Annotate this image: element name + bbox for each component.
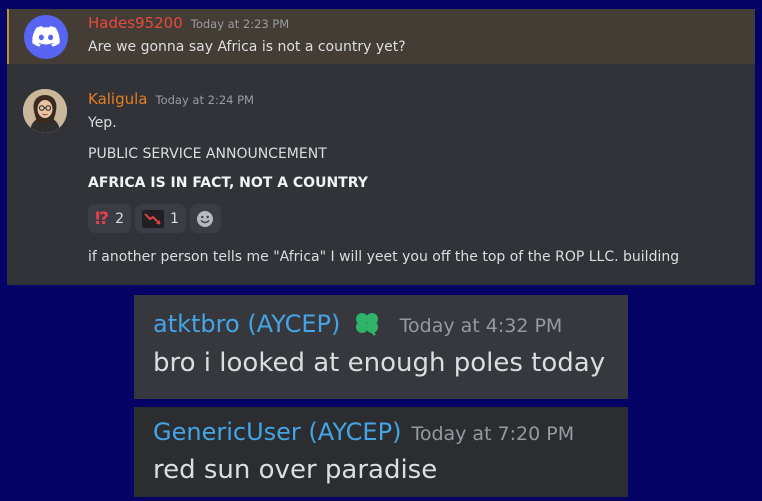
author-name-text[interactable]: GenericUser (AYCEP) [153,418,401,446]
author-name[interactable]: Hades95200 Today at 2:23 PM [88,14,289,32]
timestamp: Today at 7:20 PM [411,423,575,445]
author-name[interactable]: atktbro (AYCEP) Today at 4:32 PM [153,310,562,338]
interrobang-icon: ⁉ [95,208,110,229]
clover-icon [352,310,382,336]
discord-message-panel: Hades95200 Today at 2:23 PM Are we gonna … [7,9,755,285]
smiley-icon [196,210,214,228]
message-card-genericuser[interactable]: GenericUser (AYCEP) Today at 7:20 PM red … [134,407,628,497]
add-reaction-button[interactable] [189,204,221,233]
author-name-text[interactable]: atktbro (AYCEP) [153,310,340,338]
reaction-not-stonks[interactable]: 1 [135,204,186,233]
message-text: bro i looked at enough poles today [153,348,606,378]
author-name-text[interactable]: Kaligula [88,90,148,108]
not-stonks-icon [142,209,165,228]
message-line-bold: AFRICA IS IN FACT, NOT A COUNTRY [88,175,368,191]
timestamp: Today at 2:23 PM [190,17,290,31]
reaction-count: 2 [115,210,125,227]
message-text: red sun over paradise [153,455,438,485]
author-name[interactable]: GenericUser (AYCEP) Today at 7:20 PM [153,418,574,446]
message-line: if another person tells me "Africa" I wi… [88,249,680,265]
reaction-interrobang[interactable]: ⁉ 2 [88,204,132,233]
reaction-count: 1 [170,210,179,227]
timestamp: Today at 4:32 PM [399,315,563,337]
timestamp: Today at 2:24 PM [155,93,254,107]
message-hades[interactable]: Hades95200 Today at 2:23 PM Are we gonna … [7,9,755,64]
message-card-atktbro[interactable]: atktbro (AYCEP) Today at 4:32 PM bro i l… [134,295,628,399]
message-line: PUBLIC SERVICE ANNOUNCEMENT [88,146,327,162]
discord-logo-icon[interactable] [24,15,68,59]
reactions-bar: ⁉ 2 1 [88,204,221,233]
person-avatar-icon[interactable] [23,89,67,133]
author-name[interactable]: Kaligula Today at 2:24 PM [88,90,254,108]
message-line: Yep. [88,115,117,131]
message-text: Are we gonna say Africa is not a country… [88,39,406,55]
author-name-text[interactable]: Hades95200 [88,14,183,32]
